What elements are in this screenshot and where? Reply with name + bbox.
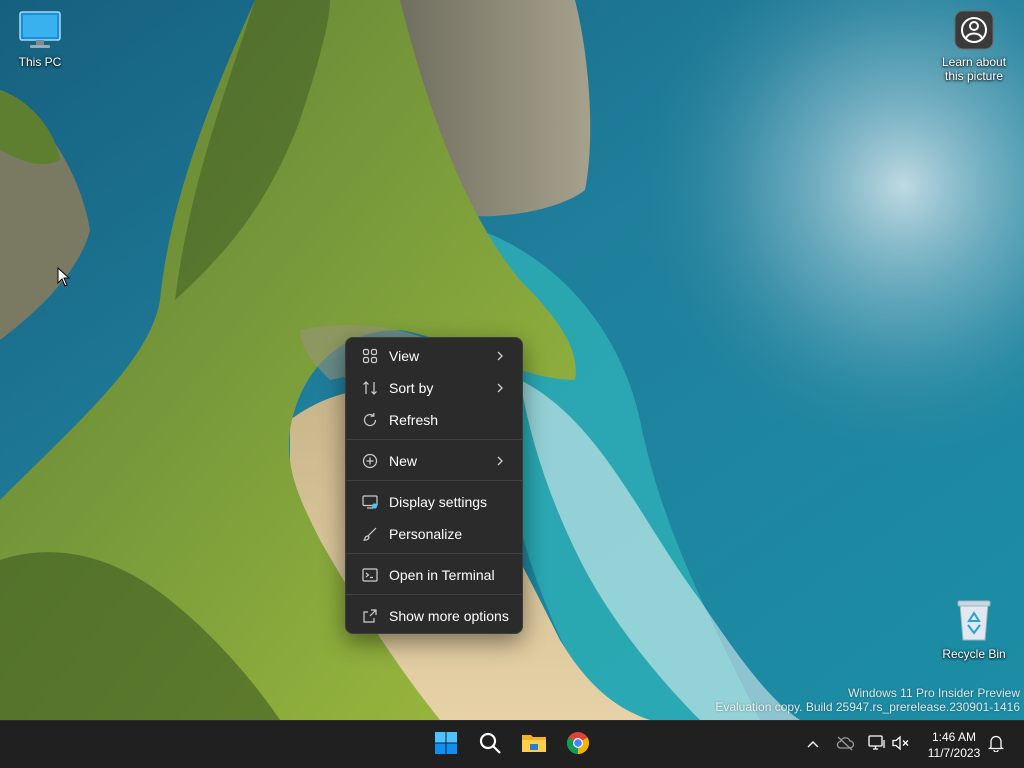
- desktop-icon-label: Learn about this picture: [941, 55, 1007, 83]
- menu-item-label: Display settings: [389, 494, 488, 510]
- chrome-icon: [566, 731, 590, 760]
- chevron-up-icon: [806, 736, 820, 754]
- menu-item-label: Personalize: [389, 526, 463, 542]
- mouse-cursor-icon: [57, 266, 71, 292]
- desktop-icon-this-pc[interactable]: This PC: [2, 10, 78, 69]
- sort-icon: [361, 379, 379, 397]
- menu-item-sort-by[interactable]: Sort by: [350, 373, 518, 403]
- plus-circle-icon: [361, 452, 379, 470]
- network-icon: [867, 734, 887, 757]
- volume-muted-icon: [891, 734, 911, 757]
- share-expand-icon: [361, 607, 379, 625]
- camera-info-icon: [936, 10, 1012, 53]
- menu-item-open-in-terminal[interactable]: Open in Terminal: [350, 560, 518, 590]
- menu-item-label: Sort by: [389, 380, 434, 396]
- desktop-icon-label: Recycle Bin: [942, 647, 1006, 661]
- file-explorer-button[interactable]: [516, 727, 552, 763]
- windows-logo-icon: [434, 731, 458, 760]
- menu-item-display-settings[interactable]: Display settings: [350, 487, 518, 517]
- menu-item-label: Open in Terminal: [389, 567, 495, 583]
- refresh-icon: [361, 411, 379, 429]
- menu-item-refresh[interactable]: Refresh: [350, 405, 518, 435]
- menu-separator: [346, 439, 522, 440]
- chevron-right-icon: [492, 382, 508, 394]
- menu-separator: [346, 594, 522, 595]
- display-settings-icon: [361, 493, 379, 511]
- desktop-icon-label: This PC: [18, 55, 62, 69]
- network-button[interactable]: [866, 733, 888, 757]
- volume-button[interactable]: [890, 733, 912, 757]
- search-button[interactable]: [472, 727, 508, 763]
- taskbar: 1:46 AM 11/7/2023: [0, 720, 1024, 768]
- onedrive-button[interactable]: [834, 733, 856, 757]
- bell-icon: [987, 734, 1005, 757]
- menu-item-label: View: [389, 348, 420, 364]
- chevron-right-icon: [492, 455, 508, 467]
- menu-item-label: New: [389, 453, 418, 469]
- menu-item-label: Show more options: [389, 608, 509, 624]
- menu-separator: [346, 553, 522, 554]
- search-icon: [478, 731, 502, 760]
- menu-item-label: Refresh: [389, 412, 439, 428]
- desktop-context-menu: View Sort by Refresh New Display setting…: [345, 337, 523, 634]
- cloud-offline-icon: [835, 735, 855, 756]
- taskbar-clock[interactable]: 1:46 AM 11/7/2023: [918, 729, 990, 761]
- start-button[interactable]: [428, 727, 464, 763]
- desktop-icon-recycle-bin[interactable]: Recycle Bin: [936, 598, 1012, 661]
- menu-item-new[interactable]: New: [350, 446, 518, 476]
- menu-separator: [346, 480, 522, 481]
- watermark-edition: Windows 11 Pro Insider Preview: [848, 686, 1020, 700]
- chrome-button[interactable]: [560, 727, 596, 763]
- clock-date: 11/7/2023: [927, 746, 981, 760]
- notifications-button[interactable]: [985, 733, 1007, 757]
- show-hidden-icons-button[interactable]: [802, 733, 824, 757]
- recycle-bin-icon: [936, 598, 1012, 645]
- menu-item-view[interactable]: View: [350, 341, 518, 371]
- build-watermark: Windows 11 Pro Insider Preview Evaluatio…: [715, 686, 1020, 714]
- brush-icon: [361, 525, 379, 543]
- folder-icon: [521, 731, 547, 760]
- watermark-build: Evaluation copy. Build 25947.rs_prerelea…: [715, 700, 1020, 714]
- grid-view-icon: [361, 347, 379, 365]
- menu-item-show-more-options[interactable]: Show more options: [350, 601, 518, 631]
- menu-item-personalize[interactable]: Personalize: [350, 519, 518, 549]
- clock-time: 1:46 AM: [931, 730, 977, 744]
- desktop-icon-learn-about-picture[interactable]: Learn about this picture: [936, 10, 1012, 83]
- monitor-icon: [2, 10, 78, 53]
- chevron-right-icon: [492, 350, 508, 362]
- terminal-icon: [361, 566, 379, 584]
